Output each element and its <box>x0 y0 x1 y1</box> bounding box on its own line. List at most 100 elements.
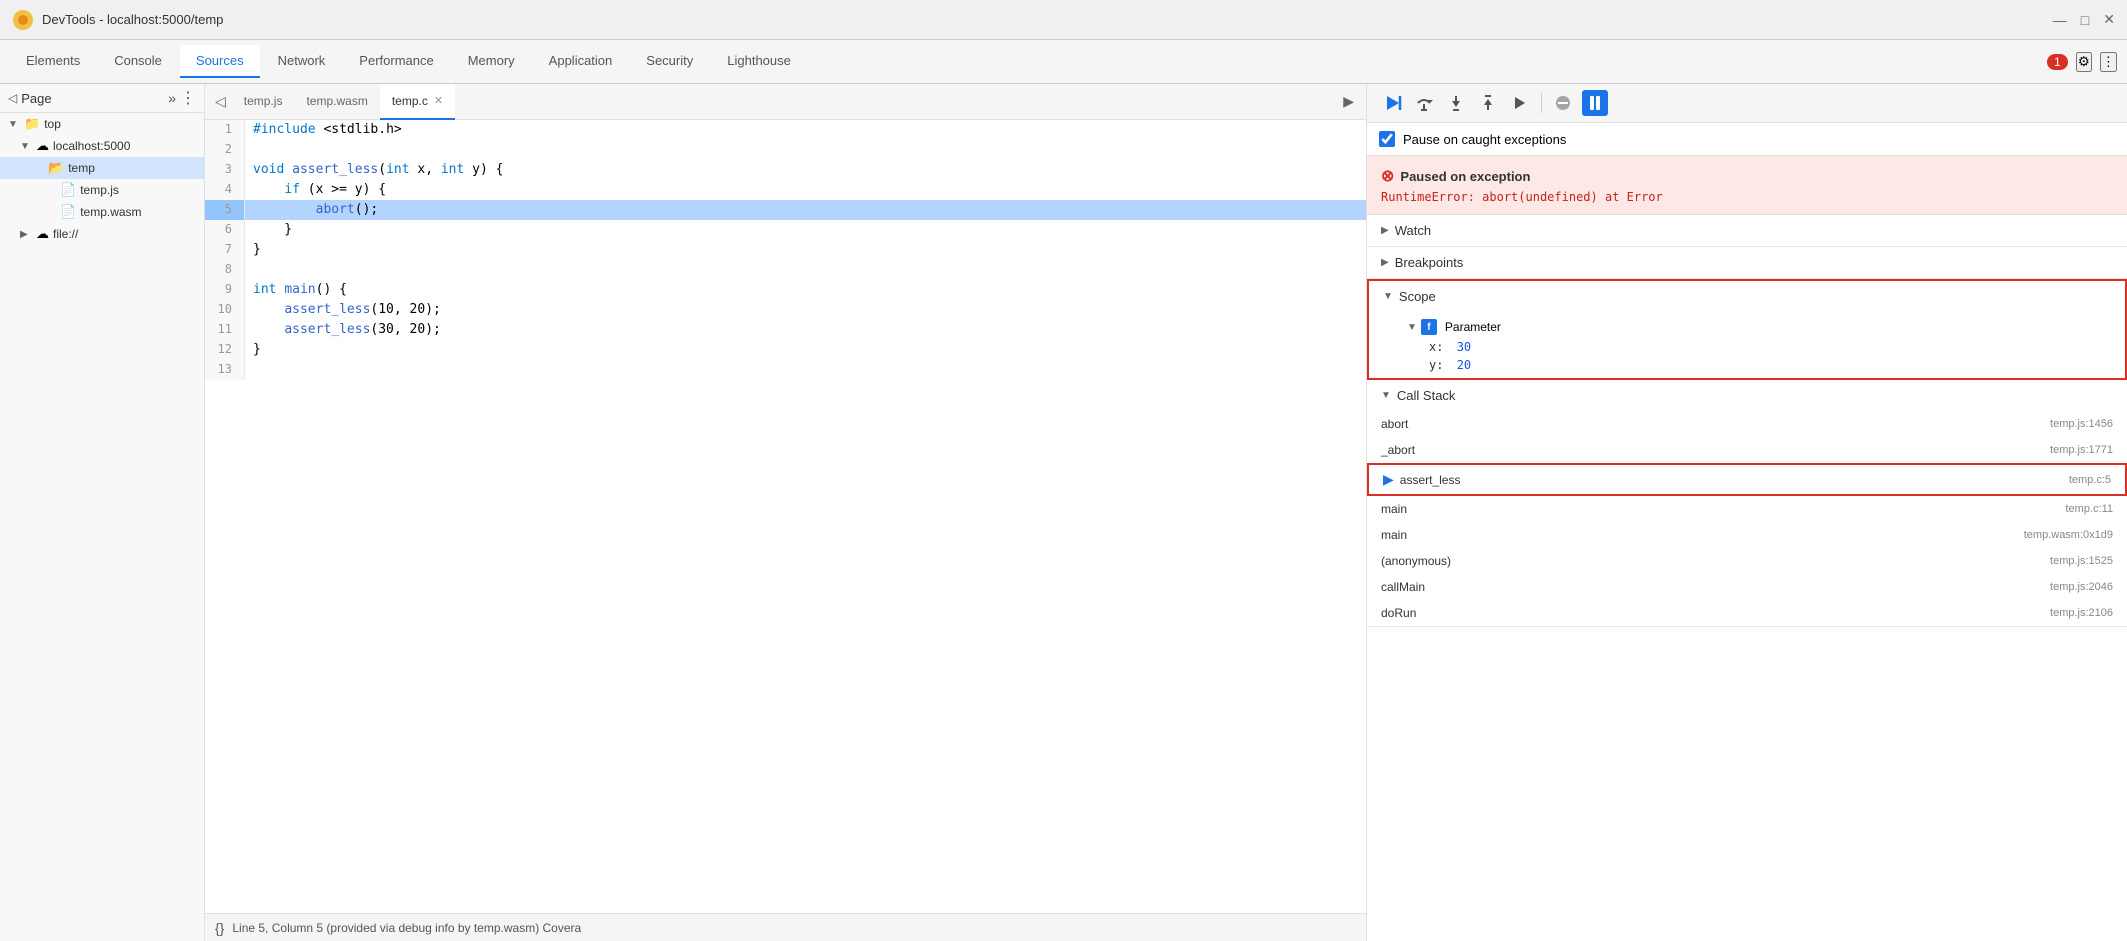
tab-security[interactable]: Security <box>630 45 709 78</box>
tab-console[interactable]: Console <box>98 45 178 78</box>
exception-error-msg: RuntimeError: abort(undefined) at Error <box>1381 190 2113 204</box>
tree-label-temp-wasm: temp.wasm <box>80 205 141 219</box>
tree-item-temp-js[interactable]: 📄 temp.js <box>0 179 204 201</box>
devtools-logo <box>12 9 34 31</box>
code-line-7: 7 } <box>205 240 1366 260</box>
deactivate-breakpoints-button[interactable] <box>1550 90 1576 116</box>
watch-arrow-icon: ▶ <box>1381 225 1389 236</box>
line-num-13: 13 <box>205 360 245 380</box>
callstack-item-_abort[interactable]: _abort temp.js:1771 <box>1367 437 2127 463</box>
breakpoints-section: ▶ Breakpoints <box>1367 247 2127 279</box>
tab-sources[interactable]: Sources <box>180 45 260 78</box>
tab-application[interactable]: Application <box>533 45 629 78</box>
callstack-item-dorun[interactable]: doRun temp.js:2106 <box>1367 600 2127 626</box>
tab-memory[interactable]: Memory <box>452 45 531 78</box>
tree-label-file: file:// <box>53 227 78 241</box>
scope-section-header[interactable]: ▼ Scope <box>1369 281 2125 312</box>
pause-exceptions-label: Pause on caught exceptions <box>1403 132 1566 147</box>
more-files-button[interactable]: ▶ <box>1335 93 1362 110</box>
callstack-item-anonymous[interactable]: (anonymous) temp.js:1525 <box>1367 548 2127 574</box>
line-num-5: 5 <box>205 200 245 220</box>
code-line-9: 9 int main() { <box>205 280 1366 300</box>
settings-button[interactable]: ⚙ <box>2076 52 2092 72</box>
tabbar-right-controls: 1 ⚙ ⋮ <box>2047 52 2117 72</box>
file-tab-temp-js[interactable]: temp.js <box>232 84 295 120</box>
folder-icon-temp: 📂 <box>48 160 64 176</box>
file-tab-label-temp-wasm: temp.wasm <box>306 94 367 108</box>
more-button[interactable]: ⋮ <box>2100 52 2117 72</box>
breakpoints-section-header[interactable]: ▶ Breakpoints <box>1367 247 2127 278</box>
scope-label: Scope <box>1399 289 1436 304</box>
minimize-button[interactable]: — <box>2053 11 2067 28</box>
callstack-loc-callmain: temp.js:2046 <box>2050 581 2113 593</box>
callstack-item-callmain[interactable]: callMain temp.js:2046 <box>1367 574 2127 600</box>
pause-exceptions-checkbox[interactable] <box>1379 131 1395 147</box>
file-tab-close-icon[interactable]: ✕ <box>434 94 443 107</box>
tab-elements[interactable]: Elements <box>10 45 96 78</box>
watch-label: Watch <box>1395 223 1431 238</box>
page-more-button[interactable]: » <box>168 90 176 106</box>
code-line-11: 11 assert_less(30, 20); <box>205 320 1366 340</box>
callstack-item-abort[interactable]: abort temp.js:1456 <box>1367 411 2127 437</box>
callstack-loc-main-2: temp.wasm:0x1d9 <box>2024 529 2113 541</box>
line-num-12: 12 <box>205 340 245 360</box>
collapse-button[interactable]: ◁ <box>8 91 17 105</box>
tree-label-temp-js: temp.js <box>80 183 119 197</box>
tree-arrow-localhost: ▼ <box>20 141 32 152</box>
page-header: ◁ Page » ⋮ <box>0 84 204 113</box>
tree-item-temp-wasm[interactable]: 📄 temp.wasm <box>0 201 204 223</box>
line-num-9: 9 <box>205 280 245 300</box>
pause-exceptions-row: Pause on caught exceptions <box>1367 123 2127 156</box>
line-content-5: abort(); <box>245 200 386 220</box>
breakpoints-label: Breakpoints <box>1395 255 1464 270</box>
callstack-name-abort: abort <box>1381 417 1408 431</box>
watch-section-header[interactable]: ▶ Watch <box>1367 215 2127 246</box>
callstack-name-main-2: main <box>1381 528 1407 542</box>
scope-x-row: x: 30 <box>1369 338 2125 356</box>
tab-performance[interactable]: Performance <box>343 45 449 78</box>
line-content-7: } <box>245 240 269 260</box>
line-content-1: #include <stdlib.h> <box>245 120 410 140</box>
callstack-loc-anonymous: temp.js:1525 <box>2050 555 2113 567</box>
code-line-8: 8 <box>205 260 1366 280</box>
right-panel: Pause on caught exceptions ⊗ Paused on e… <box>1367 84 2127 941</box>
callstack-item-main-2[interactable]: main temp.wasm:0x1d9 <box>1367 522 2127 548</box>
pause-on-exceptions-button[interactable] <box>1582 90 1608 116</box>
scope-content: ▼ f Parameter x: 30 y: 20 <box>1369 312 2125 378</box>
line-num-3: 3 <box>205 160 245 180</box>
tree-item-file[interactable]: ▶ ☁ file:// <box>0 223 204 245</box>
tree-arrow-top: ▼ <box>8 119 20 130</box>
tab-lighthouse[interactable]: Lighthouse <box>711 45 807 78</box>
step-button[interactable] <box>1507 90 1533 116</box>
step-into-button[interactable] <box>1443 90 1469 116</box>
callstack-section: ▼ Call Stack abort temp.js:1456 _abort t… <box>1367 380 2127 627</box>
page-menu-button[interactable]: ⋮ <box>180 88 196 108</box>
line-content-9: int main() { <box>245 280 355 300</box>
tab-network[interactable]: Network <box>262 45 342 78</box>
code-line-1: 1 #include <stdlib.h> <box>205 120 1366 140</box>
code-line-6: 6 } <box>205 220 1366 240</box>
scope-arrow-icon: ▼ <box>1383 291 1393 302</box>
callstack-item-main-1[interactable]: main temp.c:11 <box>1367 496 2127 522</box>
tree-item-localhost[interactable]: ▼ ☁ localhost:5000 <box>0 135 204 157</box>
tree-item-temp[interactable]: 📂 temp <box>0 157 204 179</box>
step-over-button[interactable] <box>1411 90 1437 116</box>
tree-item-top[interactable]: ▼ 📁 top <box>0 113 204 135</box>
file-tab-temp-c[interactable]: temp.c ✕ <box>380 84 455 120</box>
file-tab-label-temp-js: temp.js <box>244 94 283 108</box>
callstack-name-anonymous: (anonymous) <box>1381 554 1451 568</box>
close-button[interactable]: ✕ <box>2103 11 2115 28</box>
scope-param-arrow: ▼ <box>1407 322 1417 333</box>
code-line-4: 4 if (x >= y) { <box>205 180 1366 200</box>
callstack-section-header[interactable]: ▼ Call Stack <box>1367 380 2127 411</box>
line-num-1: 1 <box>205 120 245 140</box>
scope-y-value: 20 <box>1457 358 1471 372</box>
maximize-button[interactable]: □ <box>2081 11 2089 28</box>
code-area[interactable]: 1 #include <stdlib.h> 2 3 void assert_le… <box>205 120 1366 913</box>
wasm-icon: 📄 <box>60 204 76 220</box>
file-tab-temp-wasm[interactable]: temp.wasm <box>294 84 379 120</box>
step-out-button[interactable] <box>1475 90 1501 116</box>
callstack-item-assert_less[interactable]: ▶ assert_less temp.c:5 <box>1367 463 2127 496</box>
prev-file-button[interactable]: ◁ <box>209 93 232 110</box>
resume-button[interactable] <box>1379 90 1405 116</box>
